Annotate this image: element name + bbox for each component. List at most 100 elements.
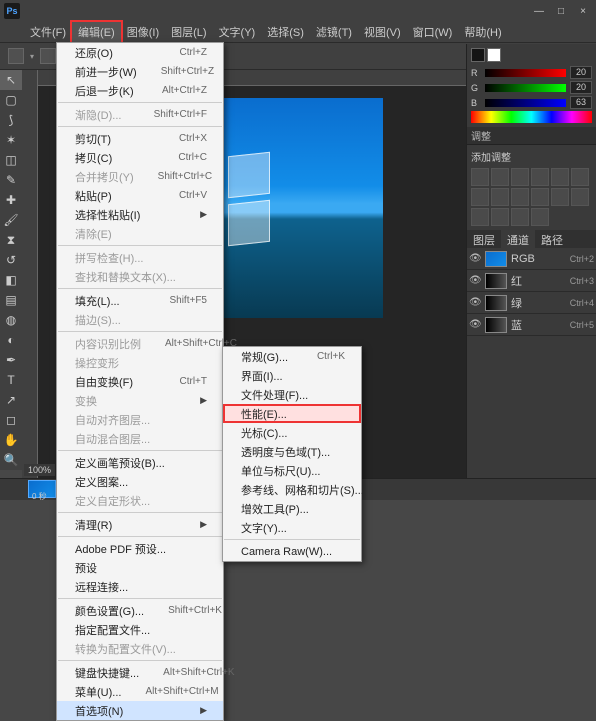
prefs-menu-item[interactable]: 文字(Y)... [223,518,361,537]
adjustments-tab[interactable]: 调整 [467,127,596,145]
menu-type[interactable]: 文字(Y) [213,22,262,42]
edit-menu-item[interactable]: 自由变换(F)Ctrl+T [57,372,223,391]
eyedropper-tool-icon[interactable]: ✎ [0,170,22,190]
adjustment-icon[interactable] [531,188,549,206]
b-slider[interactable] [485,99,566,107]
adjustment-icon[interactable] [491,208,509,226]
blur-tool-icon[interactable]: ◍ [0,310,22,330]
adjustment-icon[interactable] [551,188,569,206]
edit-menu-item[interactable]: Adobe PDF 预设... [57,539,223,558]
adjustment-icon[interactable] [491,168,509,186]
eraser-tool-icon[interactable]: ◧ [0,270,22,290]
zoom-tool-icon[interactable]: 🔍 [0,450,22,470]
lasso-tool-icon[interactable]: ⟆ [0,110,22,130]
dodge-tool-icon[interactable]: ◐ [0,330,22,350]
option-icon[interactable] [40,48,56,64]
prefs-menu-item[interactable]: 透明度与色域(T)... [223,442,361,461]
panel-tab[interactable]: 图层 [467,230,501,248]
pen-tool-icon[interactable]: ✒ [0,350,22,370]
chevron-down-icon[interactable]: ▾ [30,52,34,61]
stamp-tool-icon[interactable]: ⧗ [0,230,22,250]
channel-row[interactable]: 👁红Ctrl+3 [467,270,596,292]
g-slider[interactable] [485,84,566,92]
edit-menu-item[interactable]: 还原(O)Ctrl+Z [57,43,223,62]
panel-tab[interactable]: 路径 [535,230,569,248]
adjustment-icon[interactable] [531,168,549,186]
prefs-menu-item[interactable]: 增效工具(P)... [223,499,361,518]
edit-menu-item[interactable]: 预设 [57,558,223,577]
hue-ramp[interactable] [471,111,592,123]
adjustment-icon[interactable] [471,208,489,226]
zoom-level[interactable]: 100% [24,464,55,476]
edit-menu-item[interactable]: 指定配置文件... [57,620,223,639]
prefs-menu-item[interactable]: 单位与标尺(U)... [223,461,361,480]
b-value[interactable]: 63 [570,96,592,109]
prefs-menu-item[interactable]: 性能(E)... [223,404,361,423]
edit-menu-item[interactable]: 前进一步(W)Shift+Ctrl+Z [57,62,223,81]
close-button[interactable]: × [574,4,592,18]
menu-select[interactable]: 选择(S) [261,22,310,42]
visibility-icon[interactable]: 👁 [469,319,481,331]
edit-menu-item[interactable]: 首选项(N)▶ [57,701,223,720]
foreground-swatch[interactable] [471,48,485,62]
adjustment-icon[interactable] [511,208,529,226]
menu-help[interactable]: 帮助(H) [458,22,507,42]
adjustment-icon[interactable] [551,168,569,186]
edit-menu-item[interactable]: 颜色设置(G)...Shift+Ctrl+K [57,601,223,620]
wand-tool-icon[interactable]: ✶ [0,130,22,150]
brush-tool-icon[interactable]: 🖌 [0,210,22,230]
panel-tab[interactable]: 通道 [501,230,535,248]
move-tool-icon[interactable]: ↖ [0,70,22,90]
menu-image[interactable]: 图像(I) [121,22,165,42]
shape-tool-icon[interactable]: ◻ [0,410,22,430]
edit-menu-item[interactable]: 远程连接... [57,577,223,596]
adjustment-icon[interactable] [471,168,489,186]
adjustment-icon[interactable] [571,168,589,186]
heal-tool-icon[interactable]: ✚ [0,190,22,210]
type-tool-icon[interactable]: T [0,370,22,390]
edit-menu-item[interactable]: 清理(R)▶ [57,515,223,534]
maximize-button[interactable]: □ [552,4,570,18]
edit-menu-item[interactable]: 拷贝(C)Ctrl+C [57,148,223,167]
tool-preset-icon[interactable] [8,48,24,64]
edit-menu-item[interactable]: 填充(L)...Shift+F5 [57,291,223,310]
channel-row[interactable]: 👁蓝Ctrl+5 [467,314,596,336]
adjustment-icon[interactable] [471,188,489,206]
prefs-menu-item[interactable]: 参考线、网格和切片(S)... [223,480,361,499]
edit-menu-item[interactable]: 粘贴(P)Ctrl+V [57,186,223,205]
adjustment-icon[interactable] [511,168,529,186]
adjustment-icon[interactable] [531,208,549,226]
hand-tool-icon[interactable]: ✋ [0,430,22,450]
edit-menu-item[interactable]: 菜单(U)...Alt+Shift+Ctrl+M [57,682,223,701]
crop-tool-icon[interactable]: ◫ [0,150,22,170]
minimize-button[interactable]: — [530,4,548,18]
visibility-icon[interactable]: 👁 [469,297,481,309]
visibility-icon[interactable]: 👁 [469,275,481,287]
prefs-menu-item[interactable]: 界面(I)... [223,366,361,385]
path-tool-icon[interactable]: ↗ [0,390,22,410]
edit-menu-item[interactable]: 选择性粘贴(I)▶ [57,205,223,224]
marquee-tool-icon[interactable]: ▢ [0,90,22,110]
background-swatch[interactable] [487,48,501,62]
g-value[interactable]: 20 [570,81,592,94]
visibility-icon[interactable]: 👁 [469,253,481,265]
adjustment-icon[interactable] [571,188,589,206]
menu-filter[interactable]: 滤镜(T) [310,22,358,42]
adjustment-icon[interactable] [511,188,529,206]
prefs-menu-item[interactable]: 常规(G)...Ctrl+K [223,347,361,366]
prefs-menu-item[interactable]: Camera Raw(W)... [223,542,361,561]
menu-layer[interactable]: 图层(L) [165,22,212,42]
edit-menu-item[interactable]: 剪切(T)Ctrl+X [57,129,223,148]
channel-row[interactable]: 👁绿Ctrl+4 [467,292,596,314]
r-slider[interactable] [485,69,566,77]
r-value[interactable]: 20 [570,66,592,79]
prefs-menu-item[interactable]: 光标(C)... [223,423,361,442]
menu-edit[interactable]: 编辑(E) [72,22,121,42]
menu-file[interactable]: 文件(F) [24,22,72,42]
edit-menu-item[interactable]: 后退一步(K)Alt+Ctrl+Z [57,81,223,100]
edit-menu-item[interactable]: 键盘快捷键...Alt+Shift+Ctrl+K [57,663,223,682]
prefs-menu-item[interactable]: 文件处理(F)... [223,385,361,404]
history-brush-icon[interactable]: ↺ [0,250,22,270]
edit-menu-item[interactable]: 定义图案... [57,472,223,491]
menu-view[interactable]: 视图(V) [358,22,407,42]
